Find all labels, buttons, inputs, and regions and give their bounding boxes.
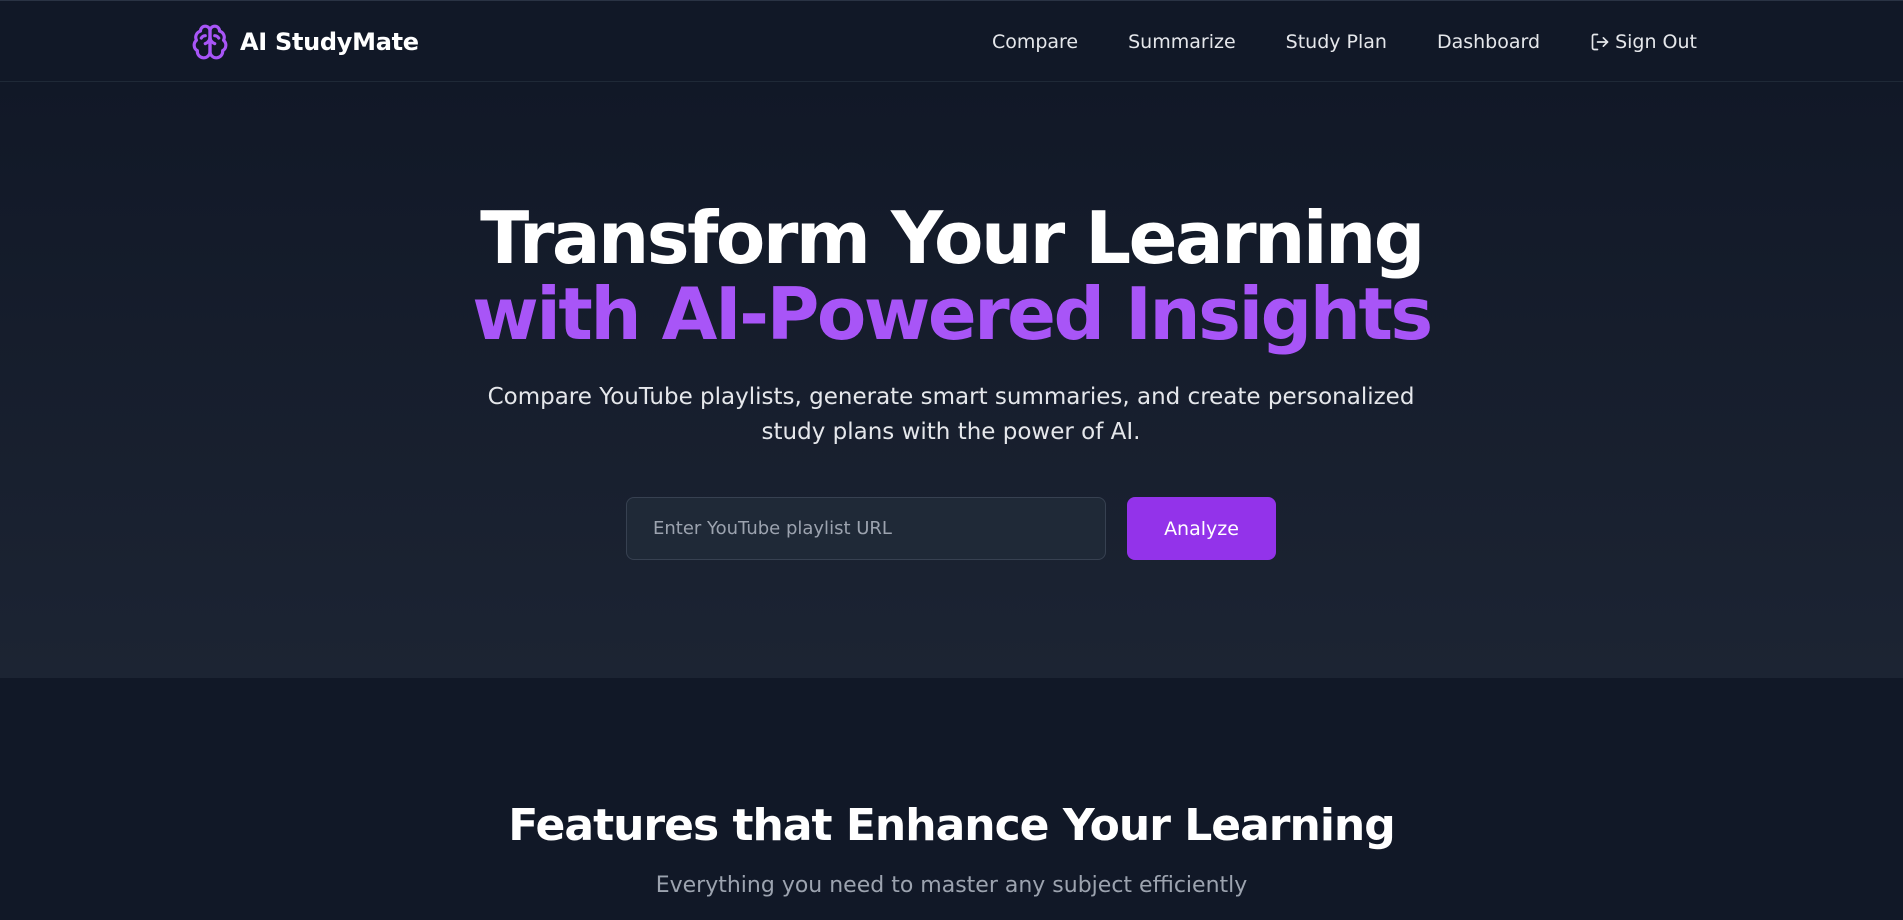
playlist-search-form: Analyze <box>626 497 1276 560</box>
hero-subtitle: Compare YouTube playlists, generate smar… <box>487 384 1415 445</box>
main-nav: Compare Summarize Study Plan Dashboard S… <box>992 21 1697 63</box>
navbar: AI StudyMate Compare Summarize Study Pla… <box>0 0 1903 82</box>
brand-logo-link[interactable]: AI StudyMate <box>190 21 419 63</box>
features-section: Features that Enhance Your Learning Ever… <box>0 678 1903 920</box>
hero-title-line2: with AI-Powered Insights <box>472 272 1433 356</box>
features-subtitle: Everything you need to master any subjec… <box>655 873 1248 898</box>
sign-out-icon <box>1590 32 1610 52</box>
analyze-button[interactable]: Analyze <box>1127 497 1276 560</box>
sign-out-label: Sign Out <box>1615 31 1697 53</box>
features-title: Features that Enhance Your Learning <box>508 800 1395 851</box>
nav-link-compare[interactable]: Compare <box>992 31 1078 53</box>
hero-section: Transform Your Learning with AI-Powered … <box>0 82 1903 678</box>
nav-link-dashboard[interactable]: Dashboard <box>1437 31 1540 53</box>
nav-link-study-plan[interactable]: Study Plan <box>1286 31 1387 53</box>
nav-link-summarize[interactable]: Summarize <box>1128 31 1236 53</box>
brain-icon <box>190 22 230 62</box>
sign-out-button[interactable]: Sign Out <box>1590 31 1697 53</box>
brand-name: AI StudyMate <box>240 28 419 56</box>
hero-title-line1: Transform Your Learning <box>480 196 1425 280</box>
playlist-url-input[interactable] <box>626 497 1106 560</box>
hero-title: Transform Your Learning with AI-Powered … <box>0 200 1903 352</box>
